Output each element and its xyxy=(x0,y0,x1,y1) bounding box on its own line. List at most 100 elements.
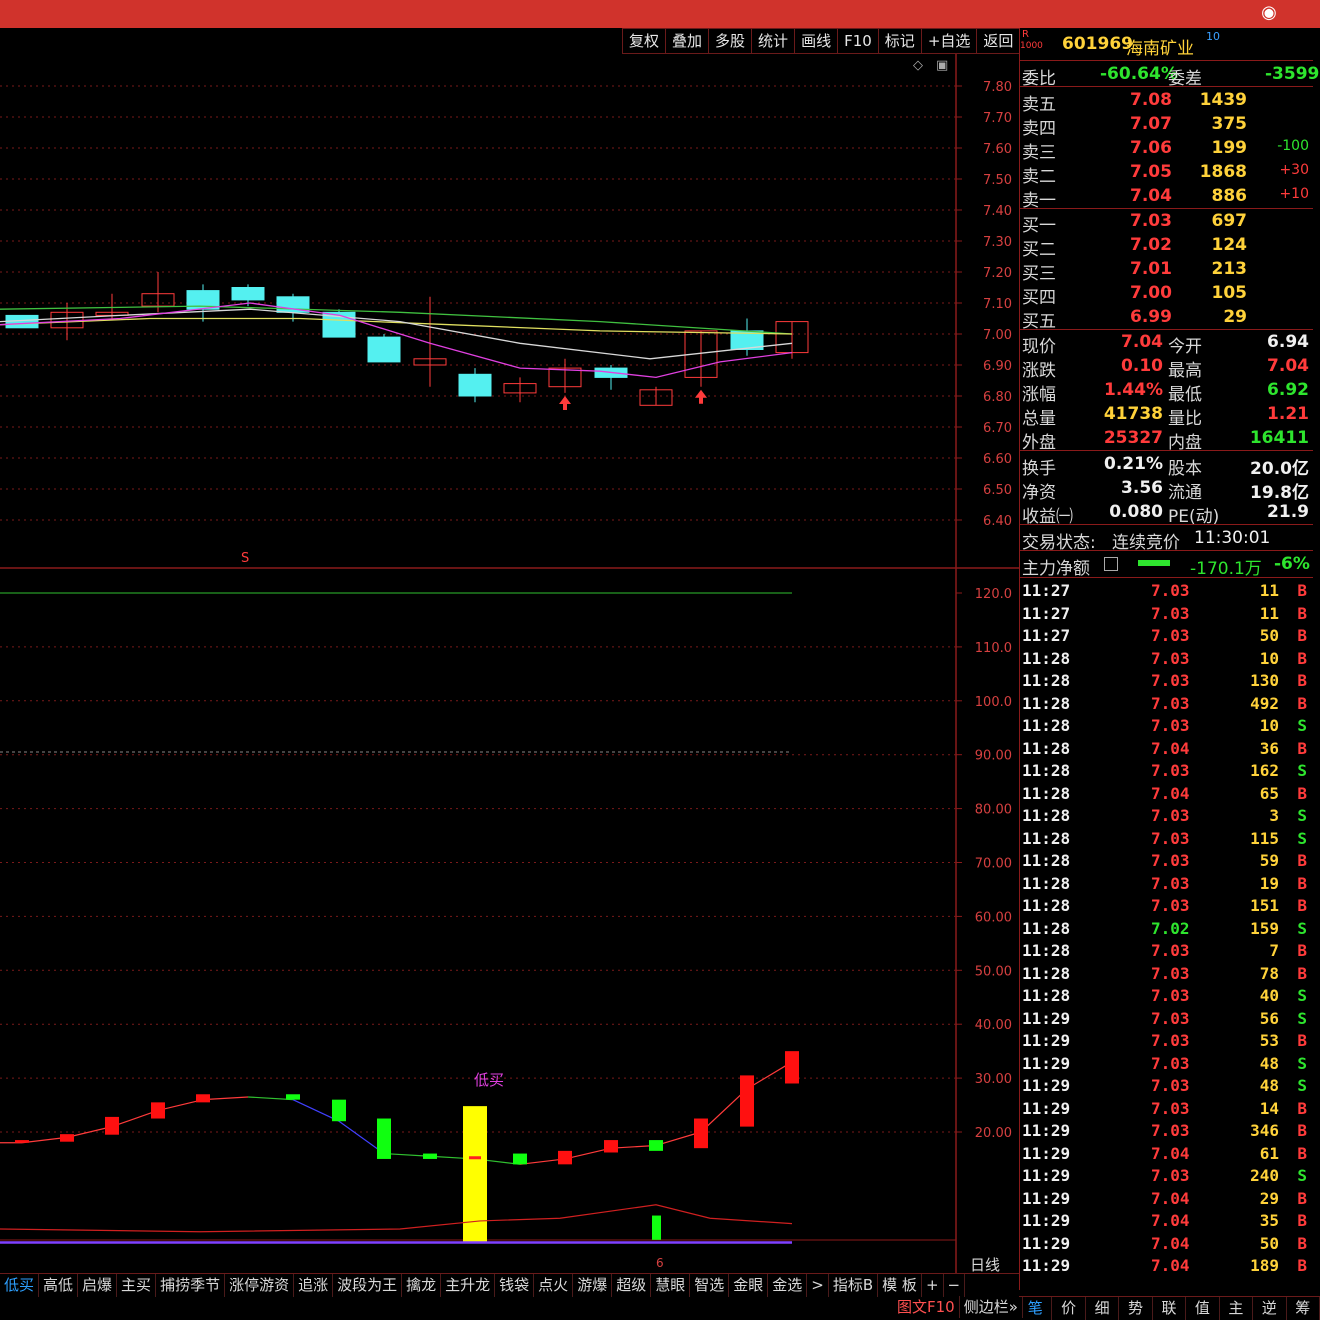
bid-row[interactable]: 买三 7.01 213 xyxy=(1020,257,1313,284)
indicator-axis-label: 70.00 xyxy=(975,857,1012,872)
indicator-tab[interactable]: 擒龙 xyxy=(402,1274,442,1297)
side-nav-tab[interactable]: 筹 xyxy=(1287,1297,1320,1320)
indicator-tab[interactable]: > xyxy=(807,1274,829,1297)
buy-arrow-icon xyxy=(559,396,571,410)
indicator-tab[interactable]: + xyxy=(922,1274,944,1297)
price-axis-label: 7.70 xyxy=(983,111,1012,126)
indicator-tab[interactable]: 启爆 xyxy=(78,1274,118,1297)
indicator-axis-label: 20.00 xyxy=(975,1126,1012,1141)
ask-row[interactable]: 卖三 7.06 199 -100 xyxy=(1020,136,1313,163)
indicator-axis-label: 90.00 xyxy=(975,749,1012,764)
toolbar-button[interactable]: +自选 xyxy=(920,28,977,54)
tick-row: 11:29 7.03 56 S xyxy=(1022,1008,1307,1028)
chart-signal-s: S xyxy=(241,551,250,566)
indicator-bar xyxy=(286,1094,300,1100)
indicator-tab[interactable]: 指标B xyxy=(829,1274,879,1297)
price-axis-label: 7.60 xyxy=(983,142,1012,157)
indicator-tab[interactable]: 超级 xyxy=(612,1274,652,1297)
window-control-icon[interactable]: ◉ xyxy=(1256,2,1282,24)
side-nav-tab[interactable]: 价 xyxy=(1052,1297,1086,1320)
toolbar-button[interactable]: 画线 xyxy=(794,28,838,54)
indicator-axis-label: 30.00 xyxy=(975,1072,1012,1087)
indicator-tab[interactable]: 波段为王 xyxy=(333,1274,403,1297)
tick-row: 11:29 7.04 35 B xyxy=(1022,1211,1307,1230)
price-axis-label: 7.30 xyxy=(983,235,1012,250)
indicator-bar xyxy=(151,1102,165,1119)
indicator-axis-label: 60.00 xyxy=(975,910,1012,925)
main-net-row[interactable]: 主力净额 -170.1万 -6% xyxy=(1020,552,1313,579)
indicator-tab[interactable]: 高低 xyxy=(39,1274,79,1297)
tick-row: 11:28 7.03 40 S xyxy=(1022,986,1307,1005)
tick-row: 11:28 7.03 162 S xyxy=(1022,761,1307,780)
stats-row: 换手 0.21% 股本 20.0亿 xyxy=(1022,454,1309,479)
period-label[interactable]: 日线 xyxy=(970,1254,1000,1275)
tick-row: 11:28 7.03 492 B xyxy=(1022,693,1307,713)
indicator-bar xyxy=(652,1215,661,1240)
indicator-axis-label: 40.00 xyxy=(975,1018,1012,1033)
ask-row[interactable]: 卖一 7.04 886 +10 xyxy=(1020,184,1313,211)
tick-row: 11:29 7.03 346 B xyxy=(1022,1121,1307,1140)
side-nav-tab[interactable]: 值 xyxy=(1186,1297,1220,1320)
side-nav-tab[interactable]: 笔 xyxy=(1019,1297,1053,1320)
indicator-tab[interactable]: 追涨 xyxy=(294,1274,334,1297)
price-axis-label: 6.50 xyxy=(983,483,1012,498)
indicator-tab[interactable]: 点火 xyxy=(534,1274,574,1297)
bid-row[interactable]: 买二 7.02 124 xyxy=(1020,233,1313,260)
bid-row[interactable]: 买一 7.03 697 xyxy=(1020,209,1313,236)
toolbar-button[interactable]: 叠加 xyxy=(665,28,709,54)
indicator-bar xyxy=(423,1153,437,1159)
toolbar-button[interactable]: 返回 xyxy=(976,28,1021,54)
sidebar-toggle[interactable]: 侧边栏» xyxy=(960,1296,1023,1318)
f10-link[interactable]: 图文F10 xyxy=(893,1296,960,1318)
indicator-tab[interactable]: − xyxy=(944,1274,966,1297)
indicator-tab[interactable]: 慧眼 xyxy=(651,1274,691,1297)
indicator-axis-label: 120.0 xyxy=(975,587,1012,602)
side-nav-tab[interactable]: 逆 xyxy=(1253,1297,1287,1320)
price-axis-label: 6.90 xyxy=(983,359,1012,374)
candle-body xyxy=(458,373,492,397)
list-icon[interactable] xyxy=(1104,557,1118,571)
ask-row[interactable]: 卖二 7.05 1868 +30 xyxy=(1020,160,1313,187)
indicator-tab[interactable]: 低买 xyxy=(0,1274,40,1297)
ask-row[interactable]: 卖四 7.07 375 xyxy=(1020,112,1313,139)
side-nav-tab[interactable]: 细 xyxy=(1086,1297,1120,1320)
tick-row: 11:27 7.03 50 B xyxy=(1022,626,1307,645)
diamond-icon[interactable]: ◇ xyxy=(913,58,923,73)
toolbar-button[interactable]: 复权 xyxy=(622,28,666,54)
tick-row: 11:29 7.03 240 S xyxy=(1022,1166,1307,1185)
stock-sup: 10 xyxy=(1206,30,1220,43)
indicator-lower-line xyxy=(0,1204,793,1233)
indicator-tab[interactable]: 钱袋 xyxy=(495,1274,535,1297)
price-axis-label: 6.60 xyxy=(983,452,1012,467)
indicator-bar xyxy=(649,1140,663,1151)
window-toggle-icon[interactable]: ▣ xyxy=(936,58,948,73)
bid-row[interactable]: 买四 7.00 105 xyxy=(1020,281,1313,308)
indicator-tab[interactable]: 模 板 xyxy=(878,1274,922,1297)
price-axis-label: 7.50 xyxy=(983,173,1012,188)
indicator-bar xyxy=(469,1156,481,1160)
kline-chart[interactable]: 7.80 7.70 7.60 7.50 7.40 7.30 7.20 7.10 7.00 6.90… xyxy=(0,54,1019,1273)
indicator-tab[interactable]: 主升龙 xyxy=(441,1274,496,1297)
side-nav-tab[interactable]: 联 xyxy=(1153,1297,1187,1320)
indicator-tab[interactable]: 主买 xyxy=(117,1274,157,1297)
toolbar-button[interactable]: 标记 xyxy=(877,28,921,54)
stock-badge-top: R xyxy=(1022,29,1029,40)
net-flow-bar xyxy=(1138,560,1170,566)
toolbar-button[interactable]: 多股 xyxy=(708,28,752,54)
candle-body xyxy=(367,336,401,363)
side-nav-tab[interactable]: 势 xyxy=(1119,1297,1153,1320)
indicator-tab[interactable]: 智选 xyxy=(690,1274,730,1297)
indicator-tab[interactable]: 游爆 xyxy=(573,1274,613,1297)
toolbar-button[interactable]: F10 xyxy=(837,28,878,54)
tick-row: 11:27 7.03 11 B xyxy=(1022,581,1307,600)
ask-row[interactable]: 卖五 7.08 1439 xyxy=(1020,88,1313,115)
tick-row: 11:28 7.03 78 B xyxy=(1022,963,1307,983)
toolbar-button[interactable]: 统计 xyxy=(751,28,795,54)
side-nav-tab[interactable]: 主 xyxy=(1220,1297,1254,1320)
indicator-tab[interactable]: 金选 xyxy=(768,1274,808,1297)
tick-row: 11:29 7.04 29 B xyxy=(1022,1188,1307,1208)
indicator-tab[interactable]: 捕捞季节 xyxy=(156,1274,226,1297)
indicator-tab[interactable]: 涨停游资 xyxy=(225,1274,295,1297)
indicator-tab[interactable]: 金眼 xyxy=(729,1274,769,1297)
bid-row[interactable]: 买五 6.99 29 xyxy=(1020,305,1313,332)
